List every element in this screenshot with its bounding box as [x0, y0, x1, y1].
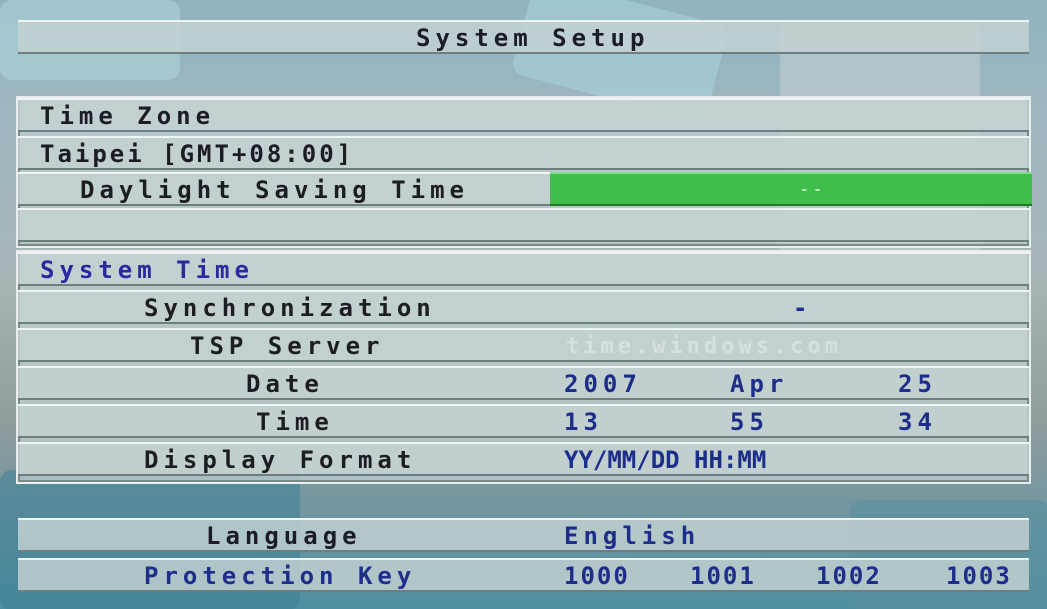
- title-bar: System Setup: [18, 20, 1029, 54]
- sync-row[interactable]: Synchronization -: [18, 290, 1029, 324]
- dst-value-selected[interactable]: --: [550, 172, 1032, 206]
- sync-label: Synchronization: [144, 294, 436, 322]
- date-year[interactable]: 2007: [564, 369, 642, 399]
- tsp-row[interactable]: TSP Server time.windows.com: [18, 328, 1029, 362]
- time-zone-value[interactable]: Taipei [GMT+08:00]: [40, 139, 354, 169]
- protection-key-3[interactable]: 1002: [816, 561, 882, 591]
- language-value[interactable]: English: [564, 521, 700, 551]
- date-day[interactable]: 25: [898, 369, 937, 399]
- date-label: Date: [246, 370, 324, 398]
- time-zone-value-row[interactable]: Taipei [GMT+08:00]: [18, 136, 1029, 170]
- dst-value: --: [800, 182, 827, 198]
- system-time-heading-row: System Time: [18, 252, 1029, 286]
- time-label: Time: [256, 408, 334, 436]
- protection-key-2[interactable]: 1001: [690, 561, 756, 591]
- protection-key-1[interactable]: 1000: [564, 561, 630, 591]
- date-month[interactable]: Apr: [730, 369, 788, 399]
- time-row[interactable]: Time 13 55 34: [18, 404, 1029, 438]
- format-label: Display Format: [144, 446, 417, 474]
- time-hour[interactable]: 13: [564, 407, 603, 437]
- system-time-heading: System Time: [40, 256, 254, 284]
- page-title: System Setup: [416, 24, 650, 52]
- time-min[interactable]: 55: [730, 407, 769, 437]
- dst-label: Daylight Saving Time: [80, 176, 469, 204]
- protection-key-label: Protection Key: [144, 562, 417, 590]
- format-value[interactable]: YY/MM/DD HH:MM: [564, 445, 766, 475]
- empty-row: [18, 208, 1029, 242]
- protection-key-4[interactable]: 1003: [946, 561, 1012, 591]
- language-row[interactable]: Language English: [18, 518, 1029, 552]
- time-zone-heading: Time Zone: [40, 102, 216, 130]
- protection-key-row[interactable]: Protection Key 1000 1001 1002 1003: [18, 558, 1029, 592]
- sync-value[interactable]: -: [793, 293, 812, 323]
- tsp-label: TSP Server: [190, 332, 385, 360]
- tsp-value[interactable]: time.windows.com: [566, 334, 842, 359]
- format-row[interactable]: Display Format YY/MM/DD HH:MM: [18, 442, 1029, 476]
- language-label: Language: [206, 522, 362, 550]
- date-row[interactable]: Date 2007 Apr 25: [18, 366, 1029, 400]
- time-sec[interactable]: 34: [898, 407, 937, 437]
- time-zone-heading-row: Time Zone: [18, 98, 1029, 132]
